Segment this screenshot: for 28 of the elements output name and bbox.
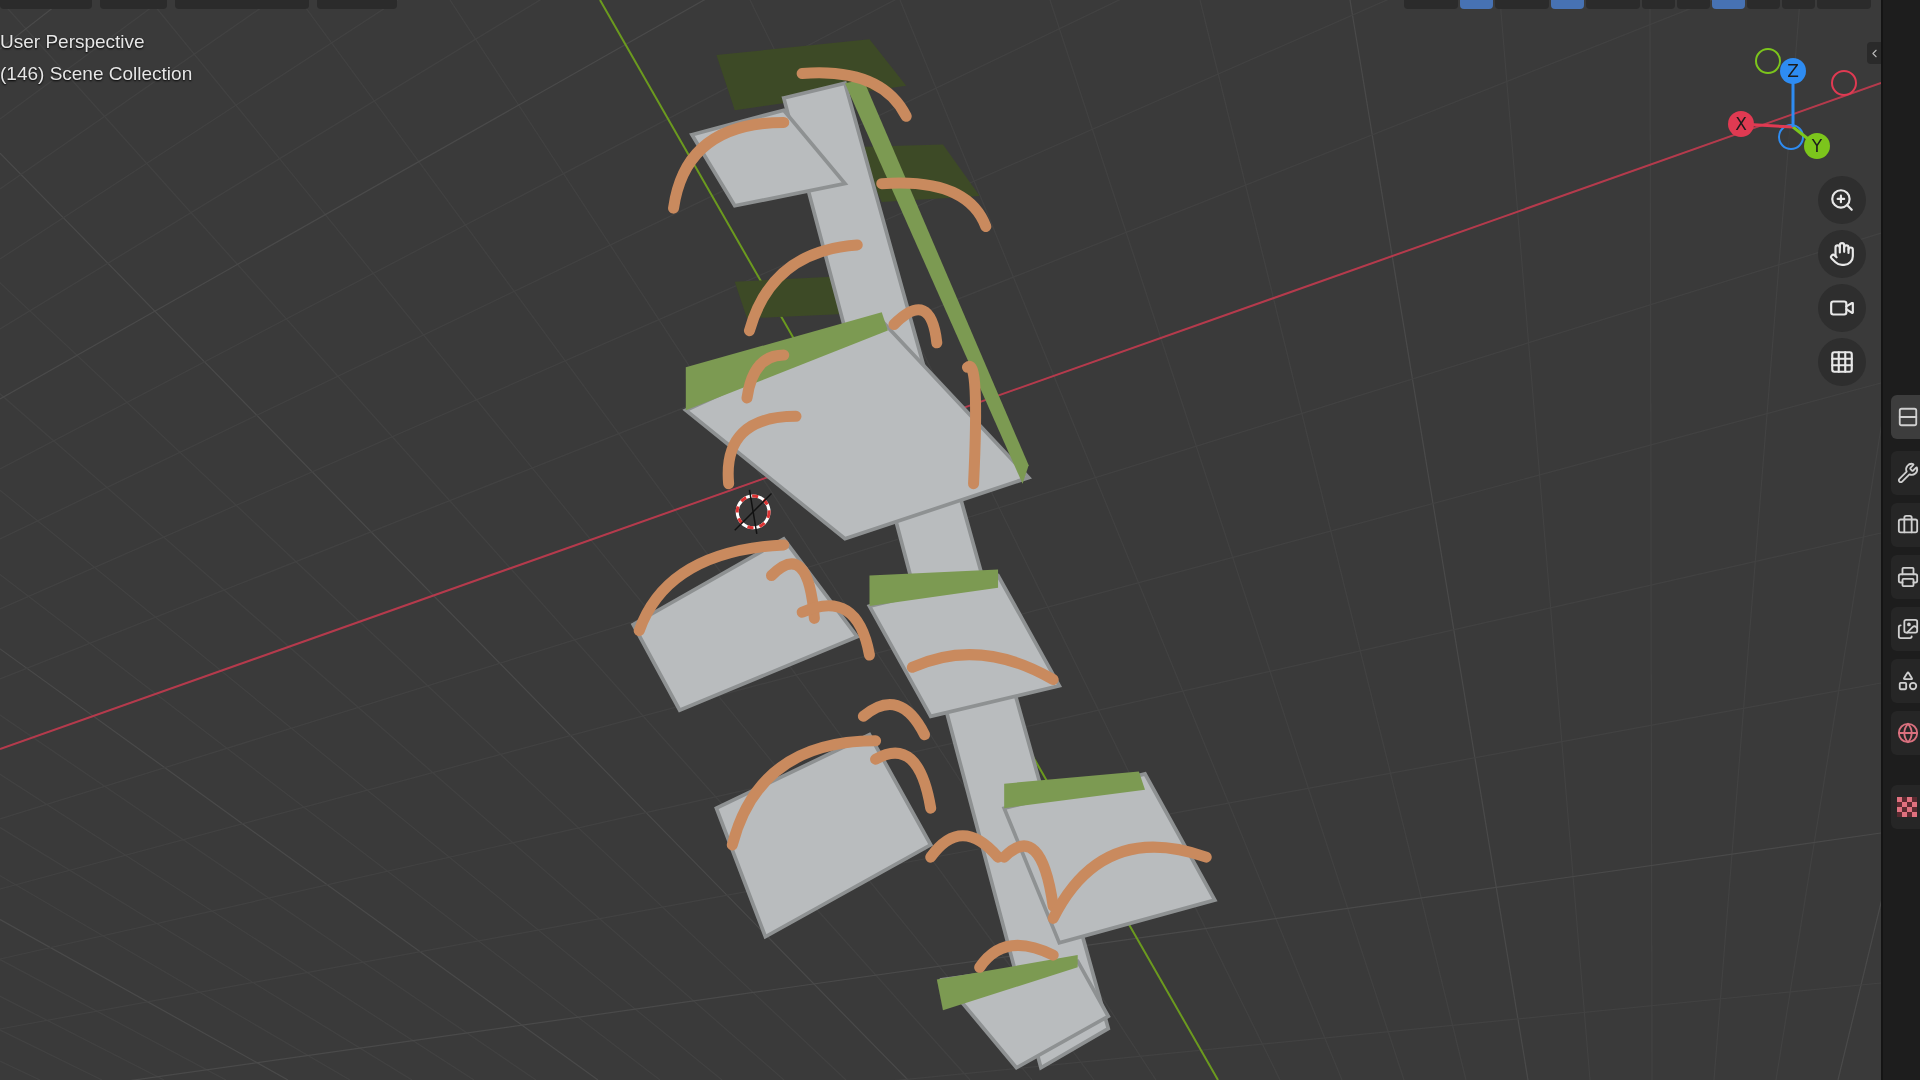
axis-ball[interactable]: X bbox=[1728, 111, 1754, 137]
view-layer-icon bbox=[1897, 618, 1919, 640]
pan-icon bbox=[1829, 241, 1855, 267]
axis-ball[interactable] bbox=[1778, 124, 1804, 150]
tool-tab[interactable] bbox=[1891, 395, 1920, 439]
render-icon bbox=[1897, 514, 1919, 536]
output-icon bbox=[1897, 566, 1919, 588]
axis-ball[interactable] bbox=[1755, 48, 1781, 74]
view-name-label: User Perspective bbox=[0, 30, 146, 53]
scene-tab[interactable] bbox=[1891, 659, 1920, 703]
scene-icon bbox=[1897, 670, 1919, 692]
texture-tab[interactable] bbox=[1891, 785, 1920, 829]
checker-icon bbox=[1897, 797, 1917, 817]
active-tool-tab[interactable] bbox=[1891, 451, 1920, 495]
world-tab[interactable] bbox=[1891, 711, 1920, 755]
view-layer-tab[interactable] bbox=[1891, 607, 1920, 651]
world-icon bbox=[1897, 722, 1919, 744]
axis-ball[interactable] bbox=[1831, 70, 1857, 96]
collection-label: (146) Scene Collection bbox=[0, 62, 193, 85]
tool-icon bbox=[1897, 406, 1919, 428]
render-tab[interactable] bbox=[1891, 503, 1920, 547]
3d-cursor-icon bbox=[734, 489, 773, 535]
axis-ball[interactable]: Y bbox=[1804, 133, 1830, 159]
output-tab[interactable] bbox=[1891, 555, 1920, 599]
ortho-icon bbox=[1829, 349, 1855, 375]
axis-ball[interactable]: Z bbox=[1780, 58, 1806, 84]
active-tool-icon bbox=[1897, 462, 1919, 484]
zoom-icon bbox=[1829, 187, 1855, 213]
